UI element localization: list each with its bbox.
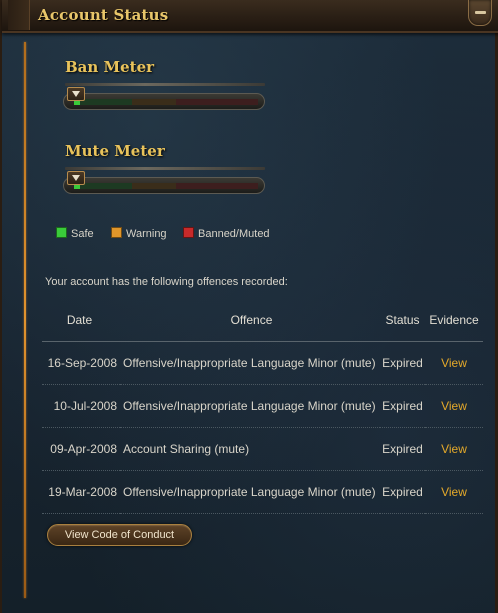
- view-evidence-link[interactable]: View: [441, 485, 467, 499]
- panel-header: Account Status: [2, 0, 498, 33]
- offence-status: Expired: [380, 470, 425, 514]
- header-offence: Offence: [120, 299, 380, 342]
- header-date: Date: [42, 299, 120, 342]
- ban-meter: [57, 83, 270, 113]
- view-code-of-conduct-button[interactable]: View Code of Conduct: [47, 524, 192, 546]
- legend-warning: Warning: [111, 227, 167, 240]
- legend-safe: Safe: [56, 227, 94, 240]
- offence-date: 09-Apr-2008: [42, 427, 120, 471]
- ban-meter-rail: [65, 83, 265, 86]
- offences-table: Date Offence Status Evidence 16-Sep-2008…: [42, 299, 483, 514]
- offence-date: 16-Sep-2008: [42, 341, 120, 385]
- header-ornament: [8, 0, 30, 30]
- collapse-button[interactable]: [468, 0, 492, 26]
- table-row: 09-Apr-2008 Account Sharing (mute) Expir…: [42, 427, 483, 471]
- legend-banned-muted: Banned/Muted: [183, 227, 270, 240]
- mute-meter-bar: [63, 177, 265, 194]
- banned-swatch-icon: [183, 227, 194, 238]
- mute-meter: [57, 167, 270, 197]
- mute-meter-title: Mute Meter: [65, 142, 165, 160]
- offence-description: Offensive/Inappropriate Language Minor (…: [120, 384, 380, 428]
- safe-swatch-icon: [56, 227, 67, 238]
- offence-status: Expired: [380, 384, 425, 428]
- offence-date: 19-Mar-2008: [42, 470, 120, 514]
- panel-title: Account Status: [38, 6, 169, 24]
- table-row: 16-Sep-2008 Offensive/Inappropriate Lang…: [42, 341, 483, 385]
- account-status-panel: Account Status Ban Meter Mute Meter Safe…: [0, 0, 498, 613]
- offence-description: Offensive/Inappropriate Language Minor (…: [120, 341, 380, 385]
- offence-description: Offensive/Inappropriate Language Minor (…: [120, 470, 380, 514]
- ban-meter-pointer-icon: [67, 87, 85, 101]
- offence-status: Expired: [380, 427, 425, 471]
- offence-status: Expired: [380, 341, 425, 385]
- table-row: 10-Jul-2008 Offensive/Inappropriate Lang…: [42, 384, 483, 428]
- offences-intro: Your account has the following offences …: [45, 276, 288, 288]
- view-evidence-link[interactable]: View: [441, 442, 467, 456]
- table-header-row: Date Offence Status Evidence: [42, 299, 483, 342]
- mute-meter-pointer-icon: [67, 171, 85, 185]
- left-rail-decoration: [24, 42, 26, 598]
- minus-icon: [475, 11, 486, 14]
- ban-meter-bar: [63, 93, 265, 110]
- view-evidence-link[interactable]: View: [441, 399, 467, 413]
- header-evidence: Evidence: [425, 299, 483, 342]
- offence-date: 10-Jul-2008: [42, 384, 120, 428]
- warning-swatch-icon: [111, 227, 122, 238]
- mute-meter-rail: [65, 167, 265, 170]
- offence-description: Account Sharing (mute): [120, 427, 380, 471]
- view-evidence-link[interactable]: View: [441, 356, 467, 370]
- header-status: Status: [380, 299, 425, 342]
- table-row: 19-Mar-2008 Offensive/Inappropriate Lang…: [42, 470, 483, 514]
- ban-meter-title: Ban Meter: [65, 58, 155, 76]
